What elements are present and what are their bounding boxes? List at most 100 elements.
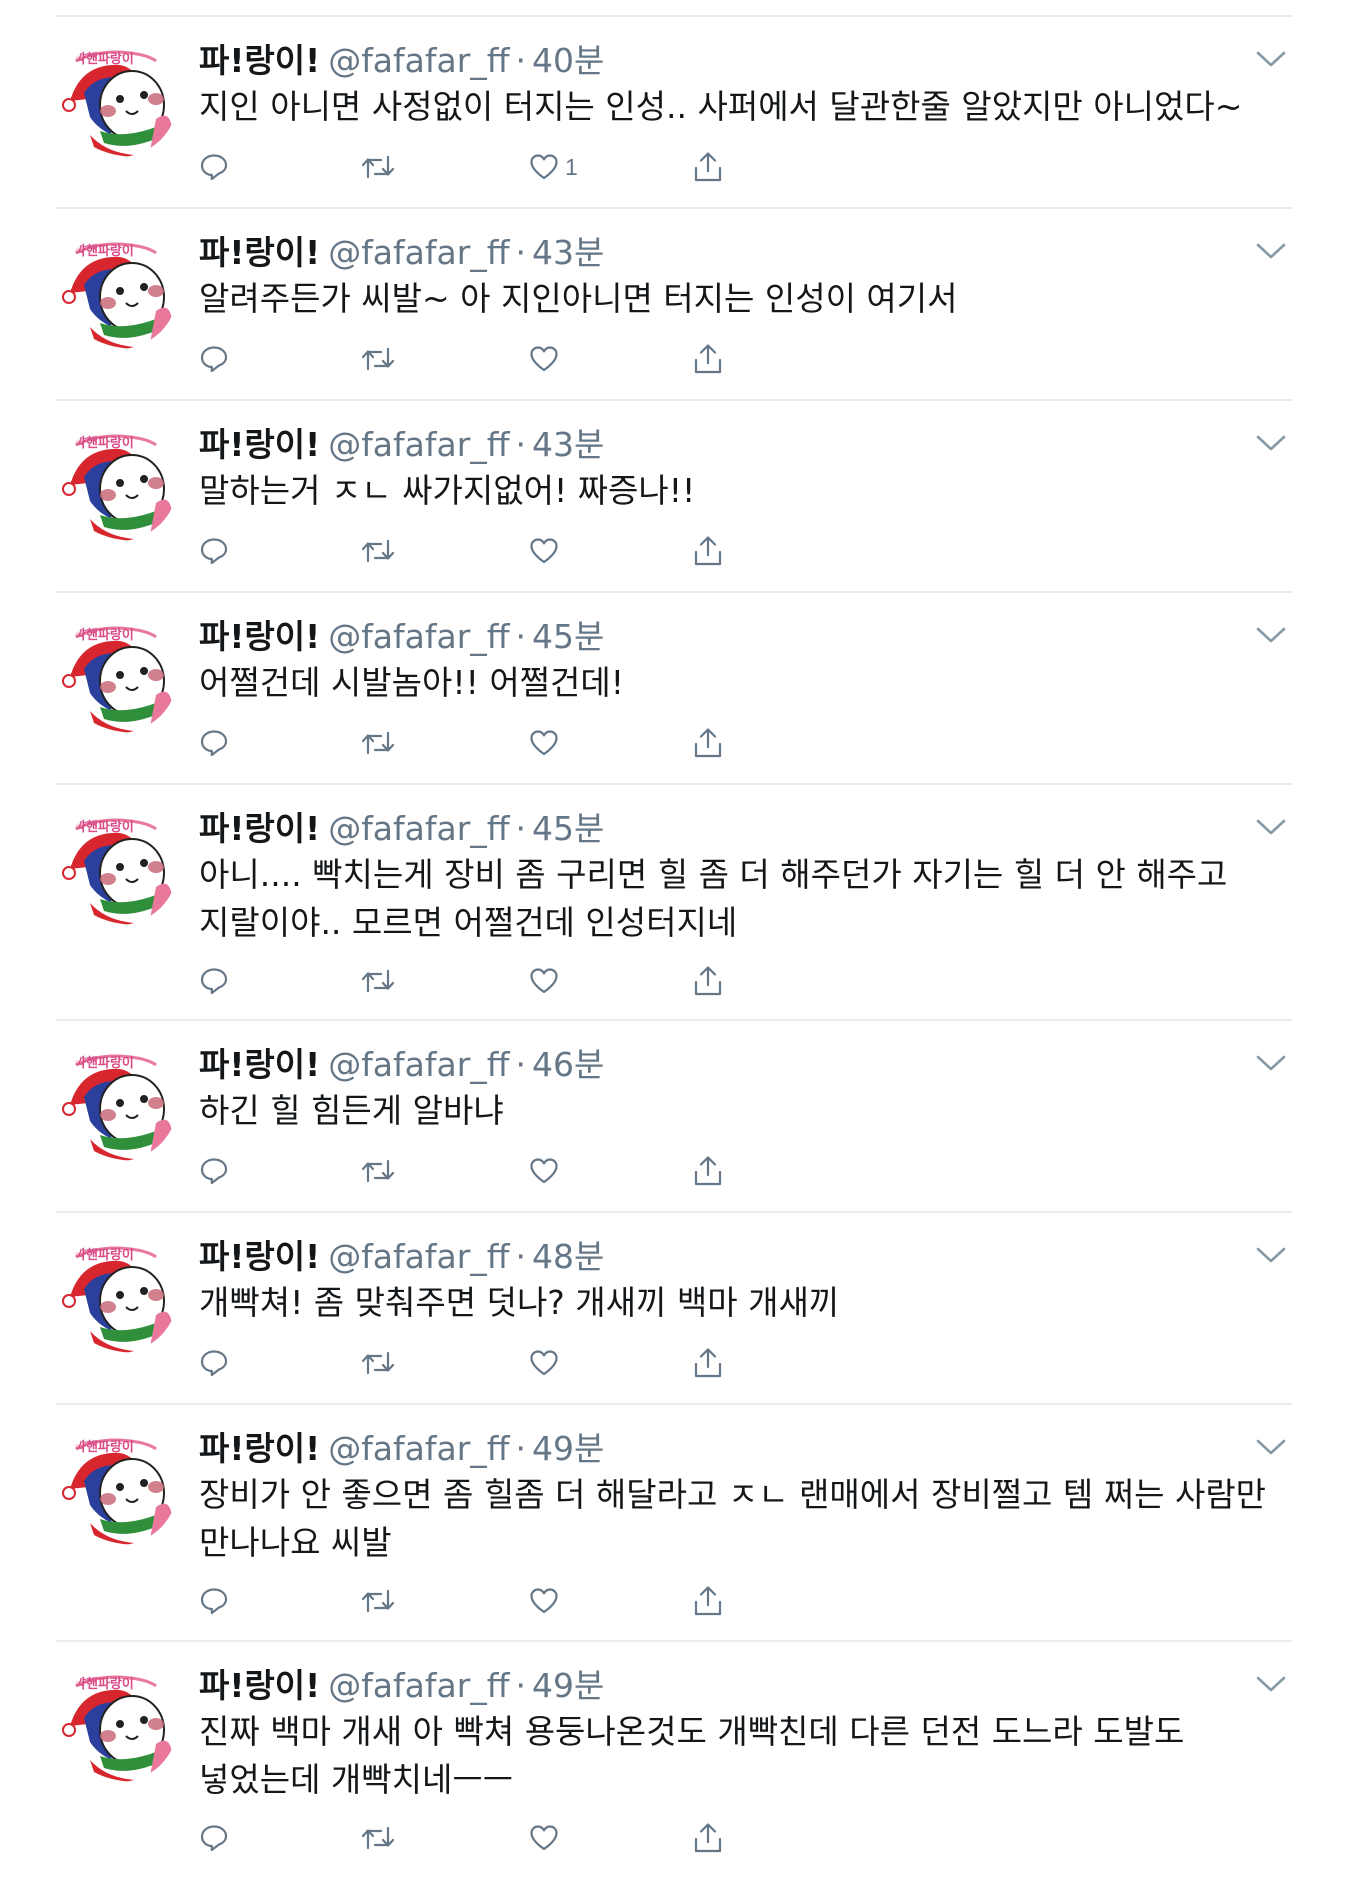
chevron-down-icon[interactable] [1254,239,1288,263]
chevron-down-icon[interactable] [1254,47,1288,71]
reply-button[interactable] [199,721,229,765]
svg-text:꺅핸파랑이: 꺅핸파랑이 [74,1439,134,1454]
like-button[interactable] [529,1341,565,1385]
like-button[interactable] [529,529,565,573]
user-handle[interactable]: @fafafar_ff [328,425,509,464]
avatar[interactable]: 꺅핸파랑이 [60,39,178,157]
retweet-button[interactable] [361,959,395,1003]
share-button[interactable] [693,1341,723,1385]
share-button[interactable] [693,529,723,573]
user-name[interactable]: 파!랑이! [199,41,320,80]
tweet[interactable]: 꺅핸파랑이 파!랑이! @fafafar_ff · 43분 [56,209,1292,401]
share-button[interactable] [693,1579,723,1623]
avatar[interactable]: 꺅핸파랑이 [60,231,178,349]
share-button[interactable] [693,721,723,765]
reply-button[interactable] [199,337,229,381]
user-handle[interactable]: @fafafar_ff [328,1237,509,1276]
reply-button[interactable] [199,1341,229,1385]
tweet-header: 파!랑이! @fafafar_ff · 45분 [199,805,604,853]
chevron-down-icon[interactable] [1254,1243,1288,1267]
user-handle[interactable]: @fafafar_ff [328,617,509,656]
reply-button[interactable] [199,1579,229,1623]
svg-text:꺅핸파랑이: 꺅핸파랑이 [74,435,134,450]
svg-text:꺅핸파랑이: 꺅핸파랑이 [74,51,134,66]
user-name[interactable]: 파!랑이! [199,617,320,656]
avatar[interactable]: 꺅핸파랑이 [60,1664,178,1782]
reply-button[interactable] [199,1149,229,1193]
user-handle[interactable]: @fafafar_ff [328,1429,509,1468]
user-name[interactable]: 파!랑이! [199,233,320,272]
avatar[interactable]: 꺅핸파랑이 [60,423,178,541]
user-handle[interactable]: @fafafar_ff [328,809,509,848]
user-name[interactable]: 파!랑이! [199,425,320,464]
tweet-time[interactable]: 45분 [532,809,604,848]
retweet-button[interactable] [361,721,395,765]
share-button[interactable] [693,1816,723,1860]
reply-button[interactable] [199,1816,229,1860]
retweet-button[interactable] [361,529,395,573]
tweet[interactable]: 꺅핸파랑이 파!랑이! @fafafar_ff · 45분 [56,593,1292,785]
user-name[interactable]: 파!랑이! [199,1237,320,1276]
share-button[interactable] [693,337,723,381]
tweet[interactable]: 꺅핸파랑이 파!랑이! @fafafar_ff · 40분 지인 아니면 사정없… [56,17,1292,209]
chevron-down-icon[interactable] [1254,1435,1288,1459]
reply-button[interactable] [199,959,229,1003]
user-handle[interactable]: @fafafar_ff [328,1045,509,1084]
share-button[interactable] [693,145,723,189]
user-handle[interactable]: @fafafar_ff [328,41,509,80]
like-button[interactable]: 1 [529,145,578,189]
user-name[interactable]: 파!랑이! [199,1429,320,1468]
tweet-text: 진짜 백마 개새 아 빡쳐 용둥나온것도 개빡친데 다른 던전 도느라 도발도 … [199,1712,1185,1799]
retweet-button[interactable] [361,1816,395,1860]
avatar[interactable]: 꺅핸파랑이 [60,1043,178,1161]
like-button[interactable] [529,1149,565,1193]
tweet-actions [199,959,899,1003]
tweet-time[interactable]: 49분 [532,1429,604,1468]
avatar[interactable]: 꺅핸파랑이 [60,615,178,733]
tweet[interactable]: 꺅핸파랑이 파!랑이! @fafafar_ff · 45분 [56,785,1292,1021]
retweet-button[interactable] [361,145,395,189]
user-handle[interactable]: @fafafar_ff [328,233,509,272]
user-name[interactable]: 파!랑이! [199,1666,320,1705]
like-button[interactable] [529,1579,565,1623]
share-button[interactable] [693,1149,723,1193]
chevron-down-icon[interactable] [1254,623,1288,647]
tweet[interactable]: 꺅핸파랑이 파!랑이! @fafafar_ff · 48분 개빡쳐! 좀 맞춰주… [56,1213,1292,1405]
avatar[interactable]: 꺅핸파랑이 [60,807,178,925]
avatar[interactable]: 꺅핸파랑이 [60,1235,178,1353]
tweet[interactable]: 꺅핸파랑이 파!랑이! @fafafar_ff · 49분 [56,1642,1292,1889]
retweet-button[interactable] [361,1149,395,1193]
chevron-down-icon[interactable] [1254,815,1288,839]
share-icon [694,1348,722,1378]
retweet-button[interactable] [361,1341,395,1385]
tweet-time[interactable]: 43분 [532,233,604,272]
retweet-button[interactable] [361,1579,395,1623]
user-name[interactable]: 파!랑이! [199,1045,320,1084]
tweet-time[interactable]: 43분 [532,425,604,464]
chevron-down-icon[interactable] [1254,431,1288,455]
tweet-time[interactable]: 48분 [532,1237,604,1276]
like-button[interactable] [529,721,565,765]
reply-button[interactable] [199,145,229,189]
tweet[interactable]: 꺅핸파랑이 파!랑이! @fafafar_ff · 46분 하긴 힐 힘든게 알… [56,1021,1292,1213]
like-button[interactable] [529,959,565,1003]
tweet-time[interactable]: 49분 [532,1666,604,1705]
user-name[interactable]: 파!랑이! [199,809,320,848]
like-button[interactable] [529,337,565,381]
tweet[interactable]: 꺅핸파랑이 파!랑이! @fafafar_ff · 49분 [56,1405,1292,1642]
tweet-text: 어쩔건데 시발놈아!! 어쩔건데! [199,663,624,702]
tweet[interactable]: 꺅핸파랑이 파!랑이! @fafafar_ff · 43분 [56,401,1292,593]
share-button[interactable] [693,959,723,1003]
tweet-actions [199,337,899,381]
like-button[interactable] [529,1816,565,1860]
chevron-down-icon[interactable] [1254,1672,1288,1696]
user-handle[interactable]: @fafafar_ff [328,1666,509,1705]
tweet-time[interactable]: 46분 [532,1045,604,1084]
reply-button[interactable] [199,529,229,573]
tweet-time[interactable]: 40분 [532,41,604,80]
avatar[interactable]: 꺅핸파랑이 [60,1427,178,1545]
chevron-down-icon[interactable] [1254,1051,1288,1075]
heart-icon [530,1350,558,1376]
tweet-time[interactable]: 45분 [532,617,604,656]
retweet-button[interactable] [361,337,395,381]
